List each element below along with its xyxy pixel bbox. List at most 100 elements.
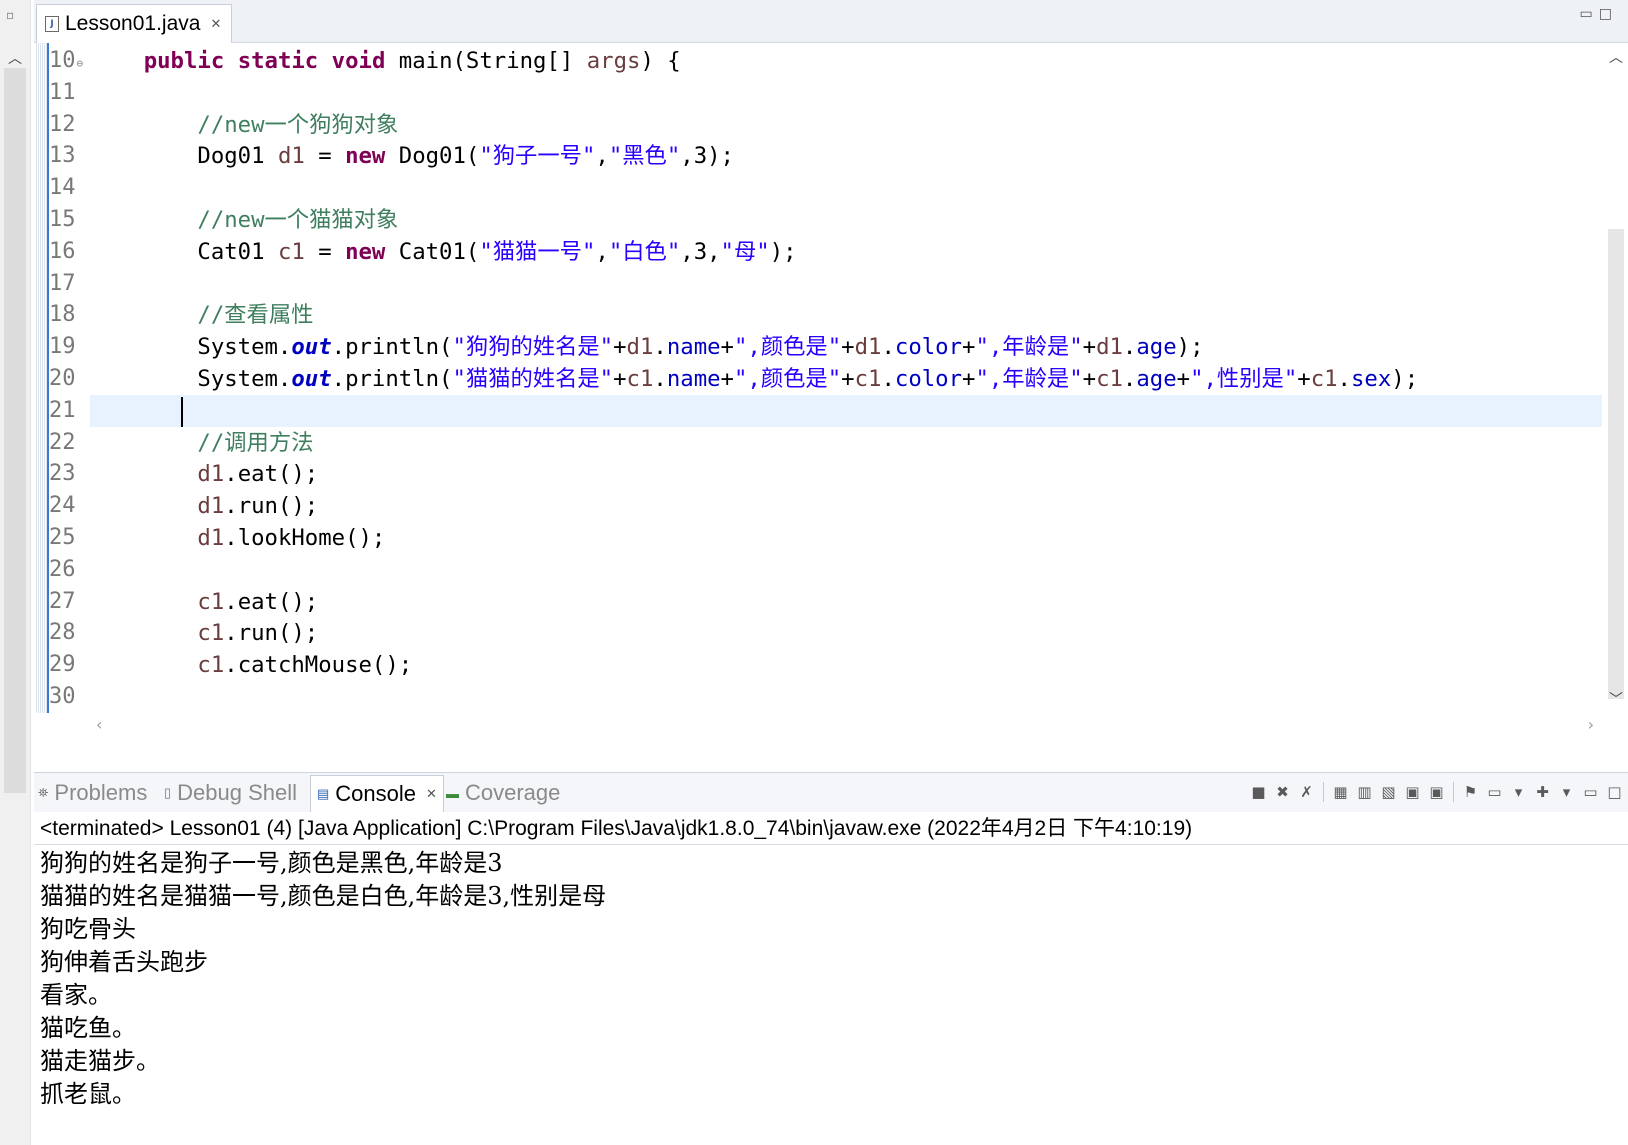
editor-tab-lesson01[interactable]: J Lesson01.java ✕ xyxy=(36,4,233,43)
view-maximize-icon[interactable]: □ xyxy=(1607,783,1622,801)
code-token: Cat01 xyxy=(90,238,278,265)
tab-problems[interactable]: ⛯ Problems xyxy=(38,775,147,811)
tab-debug-shell[interactable]: ▯ Debug Shell xyxy=(164,775,297,811)
console-icon: ▤ xyxy=(317,786,330,801)
editor-vertical-scrollbar[interactable]: ︿ ﹀ xyxy=(1602,43,1628,713)
code-line: System.out.println("猫猫的姓名是"+c1.name+",颜色… xyxy=(90,363,1418,395)
code-token: Cat01( xyxy=(385,238,480,265)
code-token: c1 xyxy=(854,366,882,392)
code-line: //查看属性 xyxy=(90,299,313,331)
display-console-icon[interactable]: ▭ xyxy=(1487,783,1502,801)
line-number: 16 xyxy=(49,238,76,264)
line-number: 15 xyxy=(49,207,76,232)
code-token: color xyxy=(894,366,963,392)
line-number: 11 xyxy=(49,79,76,105)
tab-debug-shell-label: Debug Shell xyxy=(177,780,298,805)
text-caret xyxy=(181,397,183,427)
console-output-line: 狗伸着舌头跑步 xyxy=(40,948,208,976)
editor-ruler xyxy=(36,43,49,713)
code-text-area[interactable]: public static void main(String[] args) {… xyxy=(90,43,1614,713)
code-line: public static void main(String[] args) { xyxy=(90,45,681,77)
tab-coverage-label: Coverage xyxy=(465,780,561,805)
open-console-dropdown-icon[interactable]: ▾ xyxy=(1559,783,1574,801)
code-token: c1 xyxy=(197,652,225,679)
code-token: "白色" xyxy=(608,238,681,265)
scroll-lock-icon[interactable]: ▥ xyxy=(1357,783,1372,801)
code-token: //查看属性 xyxy=(197,302,314,329)
code-line: Cat01 c1 = new Cat01("猫猫一号","白色",3,"母"); xyxy=(90,236,796,268)
code-token: + xyxy=(841,366,855,392)
editor-horizontal-scrollbar[interactable]: ‹ › xyxy=(90,713,1600,739)
tab-console[interactable]: ▤ Console ✕ xyxy=(310,775,444,812)
code-token: ); xyxy=(1391,366,1419,392)
vertical-scroll-thumb[interactable] xyxy=(1608,229,1624,699)
scroll-right-arrow-icon[interactable]: › xyxy=(1588,715,1594,734)
remove-all-terminated-icon[interactable]: ✗ xyxy=(1299,783,1314,801)
open-console-icon[interactable]: ✚ xyxy=(1535,783,1550,801)
maximize-icon[interactable]: □ xyxy=(1599,6,1618,22)
remove-launch-icon[interactable]: ✖ xyxy=(1275,783,1290,801)
code-line: d1.run(); xyxy=(90,490,318,522)
code-token: System. xyxy=(90,366,292,392)
code-line: System.out.println("狗狗的姓名是"+d1.name+",颜色… xyxy=(90,331,1203,363)
code-token: d1 xyxy=(197,461,225,488)
view-minimize-icon[interactable]: ▭ xyxy=(1583,783,1598,801)
code-editor[interactable]: 10⊖ 11 12 13 14 15 16 17 18 19 20 21 22 23 24 25 26 27 28 2… xyxy=(34,43,1628,739)
display-dropdown-icon[interactable]: ▾ xyxy=(1511,783,1526,801)
line-number: 18 xyxy=(49,302,76,328)
code-token: c1 xyxy=(1310,366,1338,392)
show-stdout-icon[interactable]: ▣ xyxy=(1405,783,1420,801)
code-token: ",颜色是" xyxy=(733,366,842,392)
console-output-line: 狗狗的姓名是狗子一号,颜色是黑色,年龄是3 xyxy=(40,849,503,877)
clear-console-icon[interactable]: ▦ xyxy=(1333,783,1348,801)
code-line: c1.run(); xyxy=(90,617,318,649)
code-token: . xyxy=(653,334,667,361)
code-token: .run(); xyxy=(224,620,319,647)
code-token: + xyxy=(962,366,976,392)
fold-collapse-icon[interactable]: ⊖ xyxy=(77,57,84,70)
show-stderr-icon[interactable]: ▣ xyxy=(1429,783,1444,801)
tab-coverage[interactable]: ▬ Coverage xyxy=(446,775,560,811)
code-token: d1 xyxy=(197,525,225,551)
left-trim-bar: ▫ ︿ xyxy=(0,0,31,1145)
code-token: + xyxy=(1082,334,1097,361)
code-token: "母" xyxy=(720,238,770,265)
debug-shell-icon: ▯ xyxy=(164,785,172,800)
code-token: + xyxy=(1082,366,1097,392)
code-token: ",年龄是" xyxy=(975,366,1083,392)
close-tab-icon[interactable]: ✕ xyxy=(210,16,221,32)
code-token: + xyxy=(962,334,976,361)
scroll-up-arrow-icon[interactable]: ︿ xyxy=(1609,47,1623,67)
pin-console-icon[interactable]: ⚑ xyxy=(1463,783,1478,801)
line-number: 20 xyxy=(49,366,76,391)
code-token: ,3, xyxy=(680,238,721,265)
code-token: c1 xyxy=(1096,366,1123,392)
scroll-up-icon[interactable]: ︿ xyxy=(8,48,22,68)
code-token: "狗狗的姓名是" xyxy=(452,334,614,361)
line-number: 24 xyxy=(49,493,76,519)
code-token: ",年龄是" xyxy=(975,334,1083,361)
scroll-down-arrow-icon[interactable]: ﹀ xyxy=(1609,689,1623,709)
code-token: . xyxy=(881,334,895,361)
code-line: //new一个猫猫对象 xyxy=(90,204,398,236)
close-console-tab-icon[interactable]: ✕ xyxy=(426,786,437,802)
eclipse-window: ▫ ︿ J Lesson01.java ✕ ▭□ 10⊖ 11 12 13 14 15 16… xyxy=(0,0,1628,1145)
code-line: Dog01 d1 = new Dog01("狗子一号","黑色",3); xyxy=(90,140,734,172)
scroll-left-arrow-icon[interactable]: ‹ xyxy=(96,715,102,734)
minimize-icon[interactable]: ▭ xyxy=(1580,6,1599,22)
console-output[interactable]: 狗狗的姓名是狗子一号,颜色是黑色,年龄是3 猫猫的姓名是猫猫一号,颜色是白色,年龄… xyxy=(40,847,1620,1111)
code-token: new xyxy=(345,143,386,170)
word-wrap-icon[interactable]: ▧ xyxy=(1381,783,1396,801)
code-token: .eat(); xyxy=(224,461,319,488)
code-token: . xyxy=(881,366,895,392)
code-token: c1 xyxy=(197,620,225,647)
code-token: + xyxy=(1176,366,1191,392)
terminate-icon[interactable]: ■ xyxy=(1251,783,1266,801)
code-token: out xyxy=(291,334,332,361)
editor-tab-bar: J Lesson01.java ✕ ▭□ xyxy=(34,0,1628,43)
restore-icon[interactable]: ▫ xyxy=(6,8,14,22)
code-line: c1.eat(); xyxy=(90,586,318,618)
